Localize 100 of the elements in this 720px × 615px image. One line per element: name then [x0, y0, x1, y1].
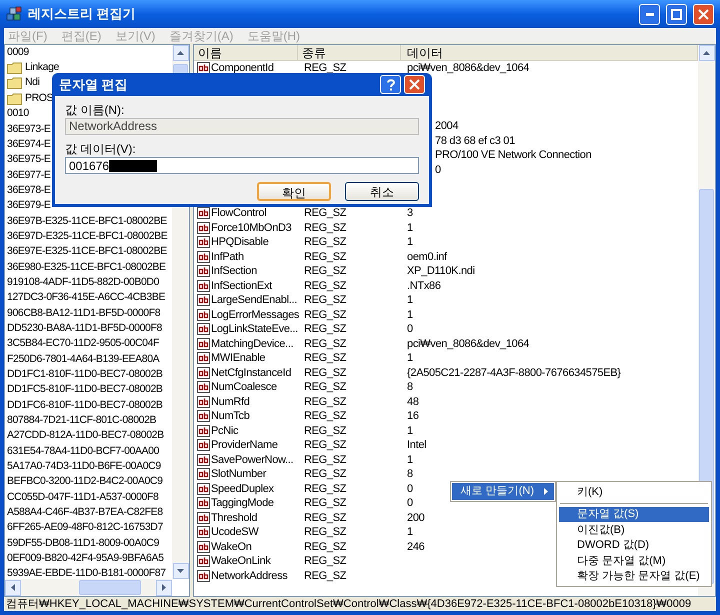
- value-name[interactable]: InfSection: [211, 263, 257, 280]
- data-field[interactable]: 001676: [65, 157, 419, 174]
- value-name[interactable]: InfPath: [211, 248, 244, 265]
- value-name[interactable]: NumRfd: [211, 394, 250, 410]
- scroll-thumb[interactable]: [79, 580, 141, 595]
- folder-icon: [7, 92, 22, 105]
- scroll-up-button[interactable]: [172, 45, 188, 61]
- value-name[interactable]: SlotNumber: [211, 466, 266, 482]
- value-name[interactable]: MatchingDevice...: [211, 336, 294, 352]
- tree-item[interactable]: 919108-4ADF-11D5-882D-00B0D0: [7, 274, 160, 291]
- scroll-left-button[interactable]: [5, 580, 21, 596]
- menu-item[interactable]: 다중 문자열 값(M): [559, 553, 709, 568]
- scroll-up-button[interactable]: [698, 45, 714, 61]
- tree-item[interactable]: 36E97B-E325-11CE-BFC1-08002BE: [7, 214, 167, 230]
- value-name[interactable]: MWIEnable: [211, 350, 266, 366]
- tree-item[interactable]: 36E97D-E325-11CE-BFC1-08002BE: [7, 228, 168, 245]
- menu-item[interactable]: 확장 가능한 문자열 값(E): [559, 568, 709, 584]
- help-button[interactable]: [380, 75, 401, 94]
- value-name[interactable]: UcodeSW: [211, 524, 258, 540]
- tree-item[interactable]: 36E980-E325-11CE-BFC1-08002BE: [7, 260, 166, 276]
- value-name[interactable]: SpeedDuplex: [211, 480, 274, 497]
- tree-item[interactable]: 36E974-E: [7, 136, 51, 153]
- tree-item[interactable]: 36E975-E: [7, 152, 51, 168]
- close-button[interactable]: [404, 75, 425, 94]
- menu-item[interactable]: 새로 만들기(N): [452, 483, 554, 500]
- value-name[interactable]: TaggingMode: [211, 495, 274, 512]
- cancel-button[interactable]: 취소: [345, 182, 419, 201]
- tree-item[interactable]: 0EF009-B820-42F4-95A9-9BFA6A5: [7, 551, 164, 567]
- tree-item[interactable]: 631E54-78A4-11D0-BCF7-00AA00: [7, 444, 160, 460]
- tree-item[interactable]: 36E97E-E325-11CE-BFC1-08002BE: [7, 244, 167, 260]
- value-name[interactable]: SavePowerNow...: [211, 452, 294, 468]
- tree-item[interactable]: 36E973-E: [7, 122, 51, 138]
- value-name[interactable]: PcNic: [211, 422, 238, 439]
- tree-item[interactable]: 0009: [7, 45, 29, 61]
- tree-item[interactable]: DD1FC6-810F-11D0-BEC7-08002B: [7, 398, 163, 414]
- column-header[interactable]: 이름: [194, 45, 298, 60]
- value-name[interactable]: WakeOn: [211, 538, 252, 555]
- tree-item[interactable]: 3C5B84-EC70-11D2-9505-00C04F: [7, 336, 160, 352]
- tree-item[interactable]: 36E977-E: [7, 168, 51, 184]
- tree-item[interactable]: A27CDD-812A-11D0-BEC7-08002B: [7, 428, 164, 444]
- value-type: REG_SZ: [303, 452, 348, 468]
- tree-item[interactable]: BEFBC0-3200-11D2-B4C2-00A0C9: [7, 474, 163, 490]
- menu-item[interactable]: 키(K): [559, 484, 709, 500]
- tree-item[interactable]: 36E978-E: [7, 182, 51, 199]
- value-type: REG_SZ: [303, 220, 348, 236]
- tree-item[interactable]: PROS: [25, 90, 54, 107]
- value-name[interactable]: Threshold: [211, 510, 258, 526]
- menu-item[interactable]: 이진값(B): [559, 522, 709, 538]
- value-name[interactable]: HPQDisable: [211, 234, 269, 250]
- tree-item[interactable]: Linkage: [25, 60, 59, 76]
- tree-item[interactable]: Ndi: [25, 75, 40, 92]
- tree-item[interactable]: 127DC3-0F36-415E-A6CC-4CB3BE: [7, 290, 166, 306]
- column-header[interactable]: 종류: [298, 45, 401, 60]
- tree-item[interactable]: A588A4-C46F-4B37-B7EA-C82FE8: [7, 505, 163, 521]
- value-name[interactable]: NumTcb: [211, 408, 250, 424]
- dialog-title: 문자열 편집: [59, 76, 129, 94]
- tree-item[interactable]: 59DF55-DB08-11D1-8009-00A0C9: [7, 536, 160, 552]
- value-type: REG_SZ: [303, 467, 348, 482]
- string-value-icon: [197, 207, 210, 220]
- value-type: REG_SZ: [303, 394, 348, 410]
- string-value-icon: [197, 366, 210, 379]
- value-data: 2004: [435, 119, 458, 134]
- value-name[interactable]: NetCfgInstanceId: [211, 364, 292, 381]
- string-value-icon: [197, 265, 210, 278]
- tree-item[interactable]: 36E979-E: [7, 198, 51, 214]
- tree-item[interactable]: 5A17A0-74D3-11D0-B6FE-00A0C9: [7, 459, 161, 475]
- tree-item[interactable]: DD1FC5-810F-11D0-BEC7-08002B: [7, 382, 163, 398]
- tree-item[interactable]: 807884-7D21-11CF-801C-08002B: [7, 413, 156, 429]
- value-name[interactable]: ComponentId: [211, 60, 274, 76]
- value-name[interactable]: Force10MbOnD3: [211, 220, 292, 236]
- value-name[interactable]: ProviderName: [211, 437, 278, 454]
- value-data: 78 d3 68 ef c3 01: [435, 134, 515, 148]
- tree-item[interactable]: 0010: [7, 106, 29, 122]
- tree-item[interactable]: F250D6-7801-4A64-B139-EEA80A: [7, 352, 160, 368]
- value-name[interactable]: WakeOnLink: [211, 553, 271, 570]
- value-data: pci₩ven_8086&dev_1064: [406, 336, 530, 352]
- right-arrow-icon: [162, 584, 166, 591]
- value-name[interactable]: NumCoalesce: [211, 379, 277, 396]
- scroll-right-button[interactable]: [156, 580, 172, 596]
- tree-item[interactable]: DD1FC1-810F-11D0-BEC7-08002B: [7, 367, 163, 383]
- value-name[interactable]: InfSectionExt: [211, 278, 272, 294]
- string-value-icon: [197, 497, 210, 510]
- tree-item[interactable]: 6FF265-AE09-48F0-812C-16753D7: [7, 520, 163, 536]
- value-name[interactable]: LogErrorMessages: [211, 306, 300, 323]
- close-button[interactable]: [693, 4, 714, 24]
- maximize-button[interactable]: [666, 4, 687, 24]
- tree-item[interactable]: DD5230-BA8A-11D1-BF5D-0000F8: [7, 320, 162, 337]
- scroll-down-button[interactable]: [172, 563, 188, 579]
- tree-item[interactable]: 5939AE-EBDE-11D0-B181-0000F87: [7, 566, 166, 582]
- value-name[interactable]: FlowControl: [211, 205, 266, 222]
- minimize-button[interactable]: [639, 4, 660, 24]
- tree-item[interactable]: 906CB8-BA12-11D1-BF5D-0000F8: [7, 306, 160, 322]
- tree-item[interactable]: CC055D-047F-11D1-A537-0000F8: [7, 490, 158, 506]
- value-type: REG_SZ: [303, 61, 348, 76]
- menu-item[interactable]: DWORD 값(D): [559, 538, 709, 553]
- ok-button[interactable]: 확인: [257, 182, 331, 201]
- value-name[interactable]: NetworkAddress: [211, 568, 288, 584]
- value-name[interactable]: LargeSendEnabl...: [211, 292, 298, 308]
- value-name[interactable]: LogLinkStateEve...: [211, 321, 298, 338]
- menu-item[interactable]: 문자열 값(S): [559, 506, 709, 522]
